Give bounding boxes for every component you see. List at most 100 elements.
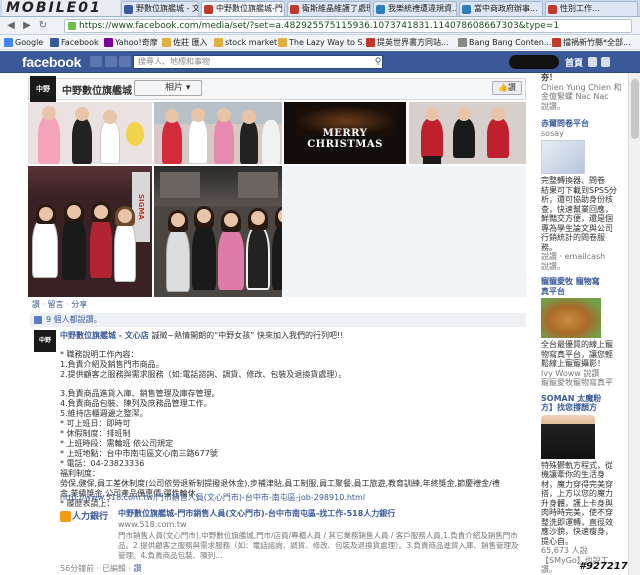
photo-large[interactable]: SIGMA — [28, 166, 152, 297]
bookmark-item[interactable]: stock market — [214, 37, 277, 48]
person-head — [217, 108, 231, 122]
comment-line: * 職務說明工作內容： — [60, 350, 139, 359]
link-preview-card[interactable]: 人力銀行 中野數位旗艦城-門市銷售人員(文心門市)-台中市南屯區-找工作-518… — [60, 506, 520, 562]
photo-thumbnail[interactable] — [154, 102, 282, 164]
facebook-favicon-icon — [124, 5, 133, 14]
scrollbar-thumb[interactable] — [631, 79, 639, 139]
person-figure — [62, 216, 86, 280]
page-scrollbar[interactable] — [628, 73, 640, 575]
facebook-logo[interactable]: facebook — [22, 54, 81, 70]
facebook-icon — [50, 38, 59, 47]
ad-title-link[interactable]: 赤爾問卷平台 — [541, 119, 625, 129]
search-input[interactable]: 搜尋人、地標和事物 — [133, 55, 383, 69]
ad-title-link[interactable]: 寵寵愛牧 寵物寫 — [541, 277, 625, 287]
like-link[interactable]: 讚 — [133, 564, 141, 573]
browser-tab[interactable]: 野數位旗艦城 - 文... — [121, 1, 199, 16]
empty-grid-area — [282, 166, 526, 297]
browser-tab[interactable]: 當中商政府辦事... — [459, 1, 543, 16]
comment-author-link[interactable]: 中野數位旗艦城 - 文心店 — [60, 331, 149, 340]
bookmark-item[interactable]: The Lazy Way to S... — [278, 37, 370, 48]
comment-line: * 休假制度：排班制 — [60, 429, 131, 438]
person-head — [103, 110, 117, 124]
site-icon — [366, 38, 375, 47]
search-icon[interactable]: ⚲ — [373, 56, 383, 68]
comment-line: 3.負責商品進貨入庫、銷售管理及庫存管理。 — [60, 389, 220, 398]
page-avatar[interactable]: 中野 — [30, 76, 56, 102]
link-card-title[interactable]: 中野數位旗艦城-門市銷售人員(文心門市)-台中市南屯區-找工作-518人力銀行 — [118, 508, 395, 519]
person-head — [191, 108, 205, 122]
photo-thumbnail[interactable] — [409, 102, 526, 164]
ad-social: 65,673 人說 — [541, 546, 588, 555]
bookmark-item[interactable]: Yahoo!奇摩 — [104, 37, 158, 48]
album-dropdown-button[interactable]: 相片 ▾ — [134, 80, 202, 96]
browser-tab[interactable]: 性別工作... — [545, 1, 638, 16]
likes-summary[interactable]: 9 個人都說讚。 — [30, 313, 526, 327]
ad-title-link[interactable]: 方】找您撐顏方 — [541, 403, 625, 413]
url-input[interactable]: https://www.facebook.com/media/set/?set=… — [64, 19, 632, 33]
bookmark-item[interactable]: 提英世界書方同站... — [366, 37, 449, 48]
comment-line: 福利制度： — [60, 469, 100, 478]
edited-label[interactable]: 已編輯 — [102, 564, 126, 573]
messages-icon[interactable] — [105, 56, 117, 67]
browser-tab-active[interactable]: 中野數位旗艦城-門... — [201, 1, 285, 16]
photo-grid: MERRY CHRISTMAS SIGMA — [28, 102, 526, 297]
comment-link[interactable]: 留言 — [48, 300, 64, 309]
shapewear-ad-image[interactable] — [541, 414, 595, 459]
job-posting-link[interactable]: http://www.518.com.tw/門市銷售人員(文心門市)-台中市-南… — [60, 492, 365, 503]
person-head — [67, 205, 81, 219]
ad-title-link[interactable]: SOMAN 太魔粉 — [541, 394, 625, 404]
person-head — [118, 209, 132, 223]
mobile01-logo: MOBILE01 — [2, 0, 120, 16]
bookmark-item[interactable]: Google — [4, 37, 43, 48]
address-bar: ◀ ▶ ↻ https://www.facebook.com/media/set… — [0, 17, 640, 35]
ad-text: 鬆線上寵寵攝影！ — [541, 359, 605, 368]
back-arrow-icon[interactable]: ◀ — [4, 19, 18, 33]
ad-domain: sosay — [541, 128, 564, 138]
person-head — [242, 110, 256, 124]
post-actions: 讚 · 留言 · 分享 — [32, 300, 88, 309]
settings-icon[interactable] — [601, 57, 610, 67]
photo-thumbnail[interactable]: MERRY CHRISTMAS — [284, 102, 406, 164]
commenter-avatar[interactable]: 中野 — [34, 330, 56, 352]
reload-icon[interactable]: ↻ — [36, 19, 50, 33]
browser-tab[interactable]: 我樂統禮遭違規資... — [373, 1, 457, 16]
legs — [423, 156, 441, 164]
like-page-button[interactable]: 👍讚 — [492, 81, 522, 95]
ad-text: 全台最優質的線上寵 — [541, 340, 613, 349]
ad-text: 專為學生論文與公司 — [541, 223, 613, 233]
bookmark-item[interactable]: Facebook — [50, 37, 99, 48]
dog-ad-image[interactable] — [541, 298, 601, 338]
bookmark-item[interactable]: 佐莊 匯入 — [162, 37, 208, 48]
friends-icon[interactable] — [90, 56, 102, 67]
profile-link[interactable] — [509, 55, 559, 69]
ad-image[interactable] — [541, 140, 585, 174]
folder-icon — [162, 38, 171, 47]
facebook-header: facebook 搜尋人、地標和事物 ⚲ 首頁 — [0, 51, 640, 73]
photo-thumbnail[interactable] — [28, 102, 152, 164]
person-head — [171, 213, 185, 227]
browser-tab[interactable]: 衛斯維晶維護了處理... — [287, 1, 371, 16]
person-head — [94, 205, 108, 219]
person-head — [75, 107, 89, 121]
person-head — [197, 209, 211, 223]
ad-text: 析，還可協助身份核 — [541, 195, 613, 204]
bookmark-item[interactable]: Bang Bang Conten... — [458, 37, 551, 48]
forward-arrow-icon[interactable]: ▶ — [20, 19, 34, 33]
home-link[interactable]: 首頁 — [565, 56, 583, 69]
bookmark-item[interactable]: 擋禍新竹縣*全部... — [552, 37, 631, 48]
like-link[interactable]: 讚 — [32, 300, 40, 309]
notifications-icon[interactable] — [119, 56, 131, 67]
chevron-down-icon: ▾ — [185, 83, 191, 93]
person-figure — [38, 116, 60, 164]
ad-text: 肉時時完美，使不穿 — [541, 508, 613, 517]
sidebar-text: 夯！ — [541, 73, 557, 82]
comment-body: * 職務說明工作內容： 1.負責介紹及銷售門市商品。 2.提供顧客之服務與需求服… — [60, 350, 500, 509]
ad-text: 升身體，護上卡身與 — [541, 498, 613, 508]
share-link[interactable]: 分享 — [71, 300, 87, 309]
post-time[interactable]: 56分鐘前 — [60, 564, 94, 573]
ad-title-link[interactable]: 真平台 — [541, 287, 625, 297]
google-icon — [4, 38, 13, 47]
person-figure — [188, 118, 208, 164]
privacy-icon[interactable] — [588, 57, 597, 67]
site-icon — [552, 38, 561, 47]
